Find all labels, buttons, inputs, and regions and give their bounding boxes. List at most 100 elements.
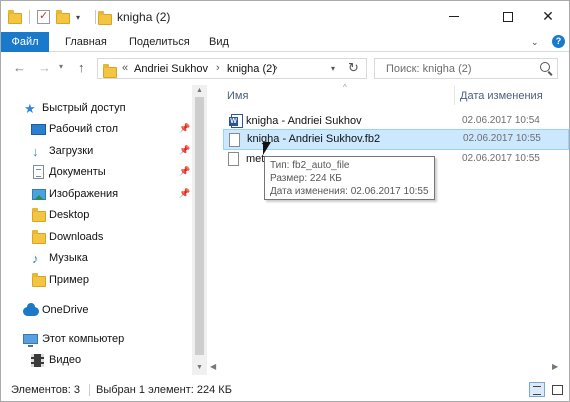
up-arrow-icon[interactable]: ↑ [78,60,85,75]
scrollbar-thumb[interactable] [195,97,204,355]
file-name: met [246,153,265,165]
breadcrumb-arrow-icon[interactable]: › [274,62,278,74]
status-separator [89,384,90,396]
search-input[interactable]: Поиск: knigha (2) [374,58,558,79]
star-icon: ★ [24,101,36,116]
pin-icon[interactable]: 📌 [179,145,190,156]
search-icon[interactable] [540,62,550,72]
maximize-icon [503,11,513,22]
search-placeholder: Поиск: knigha (2) [386,63,472,75]
sidebar-item-desktop-ru[interactable]: Рабочий стол 📌 [1,119,191,140]
sidebar-item-downloads[interactable]: Downloads [1,227,191,248]
sidebar-item-label: Видео [49,354,82,366]
file-row-selected[interactable]: knigha - Andriei Sukhov.fb2 02.06.2017 1… [223,129,569,150]
sidebar-item-this-pc[interactable]: Этот компьютер [1,329,191,350]
sidebar-item-downloads-ru[interactable]: ↓ Загрузки 📌 [1,141,191,162]
recent-locations-chevron-icon[interactable]: ▾ [59,62,63,71]
breadcrumb-andriei-sukhov[interactable]: Andriei Sukhov [134,63,208,75]
toolbar-separator [29,10,30,24]
window-title: knigha (2) [117,10,171,24]
sidebar-item-desktop[interactable]: Desktop [1,205,191,226]
explorer-window: ▾ knigha (2) ✕ Файл Главная Поделиться В… [0,0,570,402]
address-bar[interactable]: « Andriei Sukhov › knigha (2) › ▾ ↻ [97,58,367,79]
minimize-button[interactable] [431,1,477,32]
back-arrow-icon[interactable]: ← [13,60,26,75]
details-view-icon[interactable] [529,382,545,397]
music-icon: ♪ [32,251,39,266]
tab-share[interactable]: Поделиться [129,32,190,52]
word-document-icon [229,114,243,128]
properties-icon[interactable] [36,9,52,25]
quick-access-toolbar: ▾ [7,7,80,27]
status-bar: Элементов: 3 Выбран 1 элемент: 224 КБ [1,379,569,401]
folder-icon [32,208,47,222]
pictures-icon [32,189,46,200]
customize-toolbar-chevron-icon[interactable]: ▾ [76,13,80,22]
sort-indicator-icon: ^ [343,83,347,92]
file-date: 02.06.2017 10:55 [462,153,540,164]
ribbon-tabs: Файл Главная Поделиться Вид ⌄ ? [1,32,569,52]
computer-icon [23,334,38,347]
pin-icon[interactable]: 📌 [179,166,190,177]
sidebar-item-label: Этот компьютер [42,333,125,345]
scroll-left-arrow-icon[interactable]: ◀ [210,362,216,371]
sidebar-item-video[interactable]: Видео [1,350,191,371]
sidebar-item-label: Рабочий стол [49,123,119,135]
address-row: ← → ▾ ↑ « Andriei Sukhov › knigha (2) › … [1,53,569,83]
expand-ribbon-chevron-icon[interactable]: ⌄ [531,37,539,48]
file-name: knigha - Andriei Sukhov [246,115,362,127]
file-icon [229,133,240,147]
pin-icon[interactable]: 📌 [179,188,190,199]
address-overflow-icon[interactable]: « [122,62,128,74]
breadcrumb-knigha[interactable]: knigha (2) [227,63,276,75]
minimize-icon [449,16,459,17]
large-icons-view-icon[interactable] [549,382,565,397]
breadcrumb-arrow-icon[interactable]: › [216,62,220,74]
column-headers: ^ Имя Дата изменения [208,83,569,106]
download-icon: ↓ [32,144,39,159]
column-header-name[interactable]: Имя [227,90,248,102]
pin-icon[interactable]: 📌 [179,123,190,134]
refresh-icon[interactable]: ↻ [348,60,359,76]
close-button[interactable]: ✕ [525,1,569,32]
sidebar-item-onedrive[interactable]: OneDrive [1,300,191,321]
sidebar-item-quick-access[interactable]: ★ Быстрый доступ [1,98,191,119]
sidebar-item-label: Пример [49,274,89,286]
sidebar-item-label: Downloads [49,231,104,243]
desktop-icon [31,124,46,135]
title-bar: ▾ knigha (2) ✕ [1,1,569,32]
sidebar-item-pictures[interactable]: Изображения 📌 [1,184,191,205]
content-horizontal-scrollbar[interactable]: ◀ ▶ [208,360,569,375]
scroll-up-arrow-icon[interactable]: ▲ [196,87,203,94]
column-header-date[interactable]: Дата изменения [460,90,543,102]
navigation-scrollbar[interactable]: ▲ ▼ [192,85,207,375]
new-folder-icon[interactable] [55,9,71,25]
sidebar-item-label: Изображения [49,188,119,200]
sidebar-item-documents[interactable]: Документы 📌 [1,162,191,183]
mouse-cursor-icon [263,142,271,155]
file-icon [228,152,239,166]
file-list: ^ Имя Дата изменения knigha - Andriei Su… [208,83,569,375]
documents-icon [33,165,44,179]
file-tooltip: Тип: fb2_auto_file Размер: 224 КБ Дата и… [264,156,435,200]
tooltip-size: Размер: 224 КБ [270,173,342,184]
tab-home[interactable]: Главная [65,32,107,52]
sidebar-item-music[interactable]: ♪ Музыка [1,248,191,269]
sidebar-item-label: Документы [49,166,106,178]
tooltip-type: Тип: fb2_auto_file [270,160,350,171]
tab-file[interactable]: Файл [1,32,49,52]
navigation-pane: ★ Быстрый доступ Рабочий стол 📌 ↓ Загруз… [1,85,207,375]
folder-icon [7,9,23,25]
scroll-right-arrow-icon[interactable]: ▶ [552,362,558,371]
tab-view[interactable]: Вид [209,32,229,52]
forward-arrow-icon[interactable]: → [38,60,51,75]
sidebar-item-example[interactable]: Пример [1,270,191,291]
address-history-chevron-icon[interactable]: ▾ [331,64,335,73]
tooltip-modified: Дата изменения: 02.06.2017 10:55 [270,186,429,197]
help-icon[interactable]: ? [552,35,565,48]
column-divider[interactable] [454,86,455,105]
scroll-down-arrow-icon[interactable]: ▼ [196,364,203,371]
file-date: 02.06.2017 10:54 [462,115,540,126]
video-icon [31,354,44,367]
title-separator [95,10,96,24]
